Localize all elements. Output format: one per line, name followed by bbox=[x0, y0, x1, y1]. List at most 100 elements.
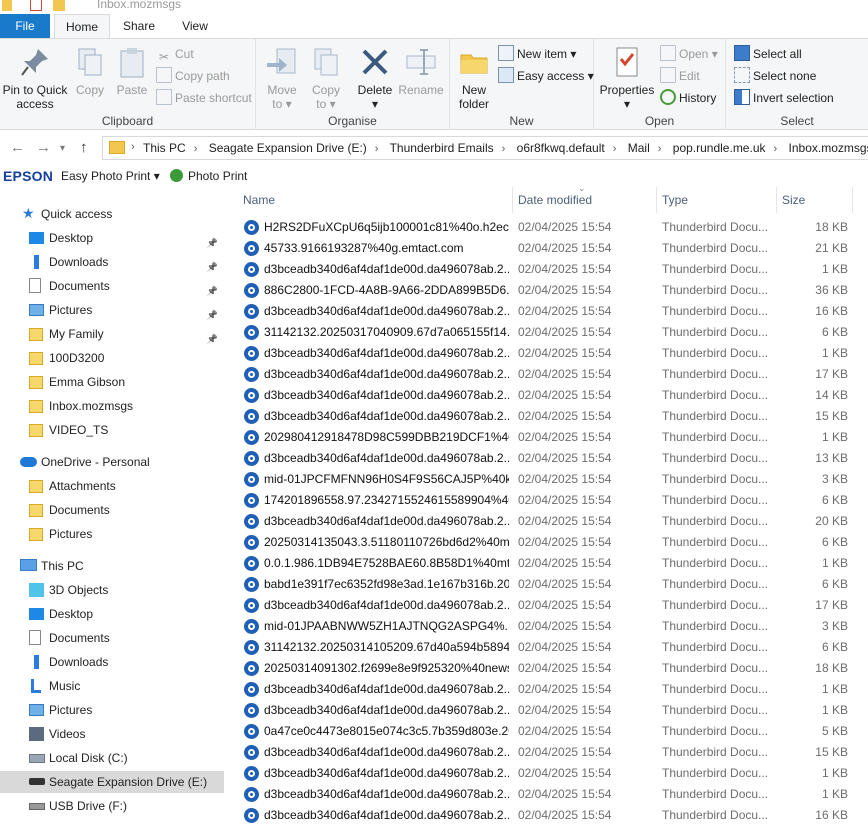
forward-arrow-icon[interactable]: → bbox=[36, 139, 51, 156]
file-row[interactable]: 0.0.1.986.1DB94E7528BAE60.8B58D1%40mta..… bbox=[236, 553, 868, 574]
nav-item[interactable]: USB Drive (F:) bbox=[0, 795, 224, 817]
nav-item[interactable]: Videos bbox=[0, 723, 224, 745]
file-row[interactable]: 20250314135043.3.51180110726bd6d2%40m...… bbox=[236, 532, 868, 553]
crumb-inbox[interactable]: Inbox.mozmsgs bbox=[789, 141, 868, 155]
tab-home[interactable]: Home bbox=[54, 14, 110, 39]
column-divider[interactable] bbox=[852, 187, 853, 213]
copy-button[interactable]: Copy bbox=[72, 45, 108, 97]
file-row[interactable]: d3bceadb340d6af4daf1de00d.da496078ab.2..… bbox=[236, 805, 868, 826]
nav-item[interactable]: My Family 📌 bbox=[0, 323, 224, 345]
tab-view[interactable]: View bbox=[172, 14, 218, 39]
file-row[interactable]: d3bceadb340d6af4daf1de00d.da496078ab.2..… bbox=[236, 679, 868, 700]
cut-button[interactable]: ✂ Cut bbox=[156, 44, 194, 64]
nav-item[interactable]: Desktop bbox=[0, 603, 224, 625]
invert-selection-button[interactable]: Invert selection bbox=[734, 88, 834, 108]
tab-file[interactable]: File bbox=[0, 14, 50, 39]
new-folder-button[interactable]: New folder bbox=[454, 45, 494, 111]
file-row[interactable]: d3bceadb340d6af4daf1de00d.da496078ab.2..… bbox=[236, 301, 868, 322]
select-none-button[interactable]: Select none bbox=[734, 66, 816, 86]
nav-item[interactable]: Music bbox=[0, 675, 224, 697]
column-type[interactable]: Type bbox=[662, 193, 688, 207]
recent-chevron-icon[interactable]: ▾ bbox=[60, 143, 65, 154]
nav-item[interactable]: Documents 📌 bbox=[0, 275, 224, 297]
file-row[interactable]: 886C2800-1FCD-4A8B-9A66-2DDA899B5D6... 02… bbox=[236, 280, 868, 301]
file-row[interactable]: d3bceadb340d6af4daf1de00d.da496078ab.2..… bbox=[236, 742, 868, 763]
properties-button[interactable]: Properties ▾ bbox=[598, 45, 656, 111]
nav-item[interactable]: Downloads 📌 bbox=[0, 251, 224, 273]
crumb-drive[interactable]: Seagate Expansion Drive (E:) bbox=[209, 141, 367, 155]
nav-onedrive[interactable]: OneDrive - Personal bbox=[0, 451, 228, 473]
easy-photo-print-button[interactable]: Easy Photo Print ▾ bbox=[61, 169, 160, 183]
nav-item[interactable]: Pictures 📌 bbox=[0, 299, 224, 321]
rename-button[interactable]: Rename bbox=[398, 45, 444, 97]
nav-item[interactable]: Desktop 📌 bbox=[0, 227, 224, 249]
file-row[interactable]: d3bceadb340d6af4daf1de00d.da496078ab.2..… bbox=[236, 448, 868, 469]
file-row[interactable]: d3bceadb340d6af4daf1de00d.da496078ab.2..… bbox=[236, 364, 868, 385]
properties-check-icon[interactable] bbox=[30, 0, 42, 11]
new-item-button[interactable]: New item ▾ bbox=[498, 44, 576, 64]
nav-item[interactable]: Pictures bbox=[0, 699, 224, 721]
nav-item[interactable]: VIDEO_TS bbox=[0, 419, 224, 441]
photo-print-button[interactable]: Photo Print bbox=[170, 169, 247, 183]
nav-quick-access[interactable]: ★ Quick access bbox=[0, 203, 228, 225]
file-row[interactable]: d3bceadb340d6af4daf1de00d.da496078ab.2..… bbox=[236, 511, 868, 532]
file-row[interactable]: d3bceadb340d6af4daf1de00d.da496078ab.2..… bbox=[236, 700, 868, 721]
column-divider[interactable] bbox=[776, 187, 777, 213]
file-row[interactable]: 31142132.20250317040909.67d7a065155f14.8… bbox=[236, 322, 868, 343]
nav-item[interactable]: Pictures bbox=[0, 523, 224, 545]
nav-item[interactable]: Local Disk (C:) bbox=[0, 747, 224, 769]
file-row[interactable]: 20250314091302.f2699e8e9f925320%40newsl.… bbox=[236, 658, 868, 679]
nav-item[interactable]: Downloads bbox=[0, 651, 224, 673]
crumb-server[interactable]: pop.rundle.me.uk bbox=[673, 141, 766, 155]
column-divider[interactable] bbox=[512, 187, 513, 213]
folder-icon[interactable] bbox=[2, 0, 12, 11]
file-row[interactable]: 45733.9166193287%40g.emtact.com 02/04/202… bbox=[236, 238, 868, 259]
column-size[interactable]: Size bbox=[782, 193, 805, 207]
file-row[interactable]: babd1e391f7ec6352fd98e3ad.1e167b316b.20.… bbox=[236, 574, 868, 595]
address-bar[interactable]: › This PC › Seagate Expansion Drive (E:) ›… bbox=[102, 136, 868, 160]
file-row[interactable]: H2RS2DFuXCpU6q5ijb100001c81%40o.h2ec... 0… bbox=[236, 217, 868, 238]
delete-button[interactable]: Delete ▾ bbox=[354, 45, 396, 111]
crumb-profile[interactable]: o6r8fkwq.default bbox=[517, 141, 605, 155]
file-row[interactable]: 202980412918478D98C599DBB219DCF1%40i... 0… bbox=[236, 427, 868, 448]
file-row[interactable]: mid-01JPAABNWW5ZH1AJTNQG2ASPG4%... 02/04/… bbox=[236, 616, 868, 637]
nav-item[interactable]: 100D3200 bbox=[0, 347, 224, 369]
file-row[interactable]: 174201896558.97.2342715524615589904%40..… bbox=[236, 490, 868, 511]
column-date[interactable]: Date modified bbox=[518, 193, 592, 207]
column-divider[interactable] bbox=[656, 187, 657, 213]
nav-item[interactable]: Seagate Expansion Drive (E:) bbox=[0, 771, 224, 793]
column-name[interactable]: Name bbox=[243, 193, 275, 207]
edit-button[interactable]: Edit bbox=[660, 66, 700, 86]
file-row[interactable]: d3bceadb340d6af4daf1de00d.da496078ab.2..… bbox=[236, 595, 868, 616]
file-row[interactable]: d3bceadb340d6af4daf1de00d.da496078ab.2..… bbox=[236, 343, 868, 364]
copy-path-button[interactable]: Copy path bbox=[156, 66, 230, 86]
nav-item[interactable]: Inbox.mozmsgs bbox=[0, 395, 224, 417]
pin-quick-access-button[interactable]: Pin to Quick access bbox=[2, 45, 68, 111]
paste-button[interactable]: Paste bbox=[112, 45, 152, 97]
paste-shortcut-button[interactable]: Paste shortcut bbox=[156, 88, 252, 108]
nav-this-pc[interactable]: This PC bbox=[0, 555, 228, 577]
nav-item[interactable]: 3D Objects bbox=[0, 579, 224, 601]
nav-item[interactable]: Attachments bbox=[0, 475, 224, 497]
tab-share[interactable]: Share bbox=[116, 14, 162, 39]
open-button[interactable]: Open ▾ bbox=[660, 44, 718, 64]
file-row[interactable]: d3bceadb340d6af4daf1de00d.da496078ab.2..… bbox=[236, 763, 868, 784]
file-row[interactable]: d3bceadb340d6af4daf1de00d.da496078ab.2..… bbox=[236, 784, 868, 805]
crumb-mail[interactable]: Mail bbox=[628, 141, 650, 155]
new-folder-icon[interactable] bbox=[53, 0, 65, 11]
up-arrow-icon[interactable]: ↑ bbox=[80, 139, 88, 156]
file-row[interactable]: 31142132.20250314105209.67d40a594b5894..… bbox=[236, 637, 868, 658]
file-row[interactable]: d3bceadb340d6af4daf1de00d.da496078ab.2..… bbox=[236, 385, 868, 406]
crumb-thunderbird-emails[interactable]: Thunderbird Emails bbox=[390, 141, 494, 155]
nav-item[interactable]: Documents bbox=[0, 499, 224, 521]
crumb-this-pc[interactable]: This PC bbox=[143, 141, 186, 155]
easy-access-button[interactable]: Easy access ▾ bbox=[498, 66, 594, 86]
move-to-button[interactable]: Move to ▾ bbox=[262, 45, 302, 111]
nav-item[interactable]: Emma Gibson bbox=[0, 371, 224, 393]
back-arrow-icon[interactable]: ← bbox=[10, 139, 25, 156]
file-row[interactable]: mid-01JPCFMFNN96H0S4F9S56CAJ5P%40k... 02/… bbox=[236, 469, 868, 490]
copy-to-button[interactable]: Copy to ▾ bbox=[306, 45, 346, 111]
history-button[interactable]: History bbox=[660, 88, 716, 108]
select-all-button[interactable]: Select all bbox=[734, 44, 802, 64]
file-row[interactable]: 0a47ce0c4473e8015e074c3c5.7b359d803e.20.… bbox=[236, 721, 868, 742]
